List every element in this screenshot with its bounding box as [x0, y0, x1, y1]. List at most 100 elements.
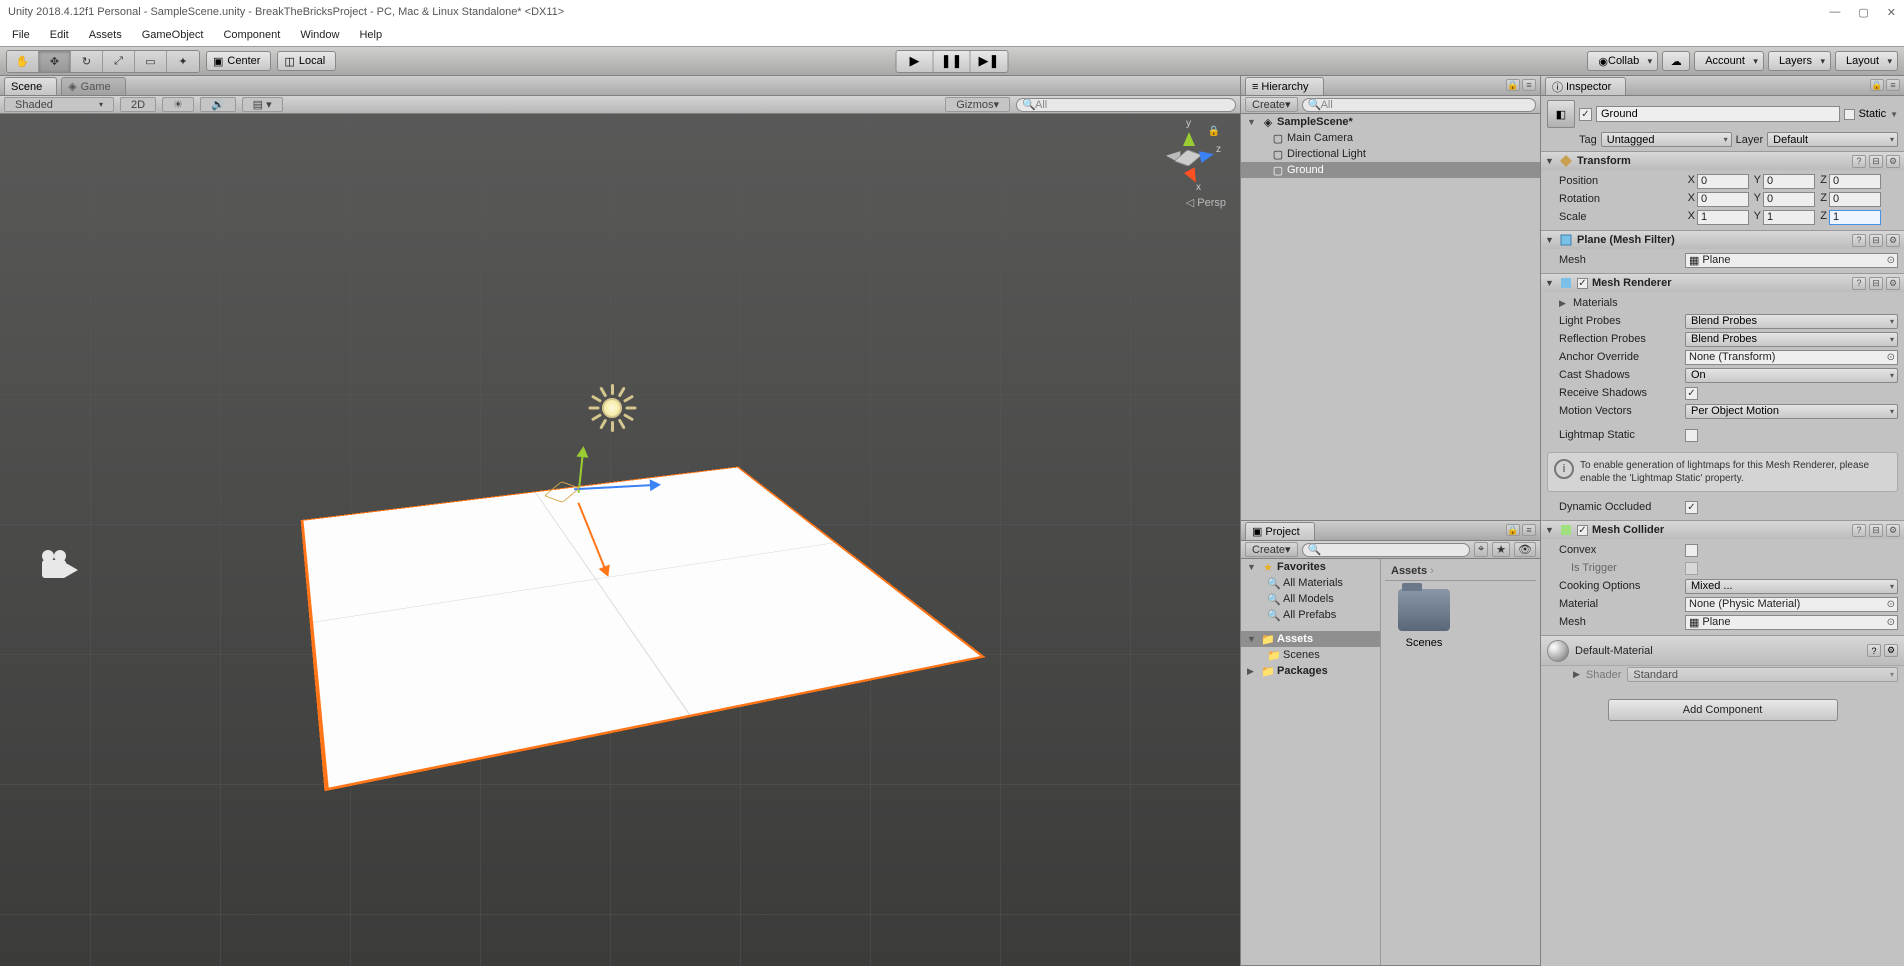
draw-mode-dropdown[interactable]: Shaded ▾: [4, 97, 114, 112]
transform-header[interactable]: ▼ Transform ?⊟⚙: [1541, 152, 1904, 170]
rotation-x[interactable]: [1697, 192, 1749, 207]
panel-menu-icon[interactable]: ≡: [1886, 79, 1900, 91]
gear-icon[interactable]: ⚙: [1886, 155, 1900, 168]
scale-x[interactable]: [1697, 210, 1749, 225]
2d-toggle[interactable]: 2D: [120, 97, 156, 112]
lighting-toggle[interactable]: ☀: [162, 97, 194, 112]
project-search[interactable]: 🔍: [1302, 543, 1470, 557]
move-tool[interactable]: ✥: [39, 51, 71, 72]
audio-toggle[interactable]: 🔊: [200, 97, 236, 112]
filter-icon[interactable]: ⌖: [1474, 542, 1488, 557]
project-breadcrumb[interactable]: Assets ›: [1385, 563, 1536, 581]
preset-icon[interactable]: ⊟: [1869, 155, 1883, 168]
hierarchy-item-camera[interactable]: ▢Main Camera: [1241, 130, 1540, 146]
maximize-icon[interactable]: ▢: [1858, 6, 1868, 19]
scale-z[interactable]: [1829, 210, 1881, 225]
help-icon[interactable]: ?: [1852, 155, 1866, 168]
layout-dropdown[interactable]: Layout: [1835, 51, 1898, 71]
scale-y[interactable]: [1763, 210, 1815, 225]
fav-all-models[interactable]: 🔍All Models: [1241, 591, 1380, 607]
hidden-icon[interactable]: 👁: [1514, 542, 1536, 557]
static-dropdown[interactable]: ▼: [1890, 110, 1898, 119]
lightmap-static-checkbox[interactable]: [1685, 429, 1698, 442]
panel-lock-icon[interactable]: 🔒: [1506, 79, 1520, 91]
preset-icon[interactable]: ⊟: [1869, 234, 1883, 247]
packages-folder[interactable]: ▶📁Packages: [1241, 663, 1380, 679]
pivot-toggle[interactable]: ▣ Center: [206, 51, 271, 71]
favorites-folder[interactable]: ▼★Favorites: [1241, 559, 1380, 575]
gizmos-dropdown[interactable]: Gizmos ▾: [945, 97, 1010, 112]
help-icon[interactable]: ?: [1867, 644, 1881, 657]
tag-dropdown[interactable]: Untagged: [1601, 132, 1732, 147]
gameobject-name-field[interactable]: [1596, 106, 1840, 122]
panel-lock-icon[interactable]: 🔒: [1870, 79, 1884, 91]
multi-tool[interactable]: ✦: [167, 51, 199, 72]
preset-icon[interactable]: ⊟: [1869, 524, 1883, 537]
scale-tool[interactable]: ⤢: [103, 51, 135, 72]
gameobject-active-checkbox[interactable]: ✓: [1579, 108, 1592, 121]
mesh-collider-header[interactable]: ▼ ✓ Mesh Collider ?⊟⚙: [1541, 521, 1904, 539]
hand-tool[interactable]: ✋: [7, 51, 39, 72]
gameobject-icon-picker[interactable]: ◧: [1547, 100, 1575, 128]
dynamic-occluded-checkbox[interactable]: ✓: [1685, 501, 1698, 514]
collider-mesh-field[interactable]: ▦ Plane: [1685, 615, 1898, 630]
panel-menu-icon[interactable]: ≡: [1522, 524, 1536, 536]
account-dropdown[interactable]: Account: [1694, 51, 1764, 71]
add-component-button[interactable]: Add Component: [1608, 699, 1838, 721]
scene-viewport[interactable]: 🔒 y x z ◁ Persp: [0, 114, 1240, 966]
asset-scenes-folder[interactable]: Scenes: [1393, 589, 1455, 649]
position-z[interactable]: [1829, 174, 1881, 189]
anchor-override-field[interactable]: None (Transform): [1685, 350, 1898, 365]
help-icon[interactable]: ?: [1852, 277, 1866, 290]
close-icon[interactable]: ✕: [1887, 6, 1896, 19]
perspective-label[interactable]: ◁ Persp: [1186, 196, 1226, 209]
project-create-dropdown[interactable]: Create ▾: [1245, 542, 1298, 557]
directional-light-gizmo-icon[interactable]: [588, 384, 636, 432]
inspector-tab[interactable]: ⓘ Inspector: [1545, 77, 1626, 95]
position-y[interactable]: [1763, 174, 1815, 189]
hierarchy-search[interactable]: 🔍All: [1302, 98, 1536, 112]
menu-help[interactable]: Help: [351, 27, 390, 43]
menu-assets[interactable]: Assets: [81, 27, 130, 43]
layers-dropdown[interactable]: Layers: [1768, 51, 1831, 71]
help-icon[interactable]: ?: [1852, 524, 1866, 537]
gear-icon[interactable]: ⚙: [1886, 234, 1900, 247]
mesh-renderer-header[interactable]: ▼ ✓ Mesh Renderer ?⊟⚙: [1541, 274, 1904, 292]
position-x[interactable]: [1697, 174, 1749, 189]
preset-icon[interactable]: ⊟: [1869, 277, 1883, 290]
mesh-renderer-enabled[interactable]: ✓: [1577, 278, 1588, 289]
convex-checkbox[interactable]: [1685, 544, 1698, 557]
hierarchy-item-ground[interactable]: ▢Ground: [1241, 162, 1540, 178]
panel-menu-icon[interactable]: ≡: [1522, 79, 1536, 91]
menu-edit[interactable]: Edit: [42, 27, 77, 43]
lock-icon[interactable]: 🔒: [1208, 126, 1220, 137]
hierarchy-scene-row[interactable]: ▼◈SampleScene*: [1241, 114, 1540, 130]
collab-dropdown[interactable]: ◉ Collab: [1587, 51, 1658, 71]
cast-shadows-dropdown[interactable]: On: [1685, 368, 1898, 383]
gear-icon[interactable]: ⚙: [1886, 277, 1900, 290]
reflection-probes-dropdown[interactable]: Blend Probes: [1685, 332, 1898, 347]
hierarchy-item-light[interactable]: ▢Directional Light: [1241, 146, 1540, 162]
layer-dropdown[interactable]: Default: [1767, 132, 1898, 147]
physic-material-field[interactable]: None (Physic Material): [1685, 597, 1898, 612]
hierarchy-create-dropdown[interactable]: Create ▾: [1245, 97, 1298, 112]
panel-lock-icon[interactable]: 🔒: [1506, 524, 1520, 536]
material-header[interactable]: Default-Material ?⚙: [1541, 635, 1904, 665]
fx-toggle[interactable]: ▤ ▾: [242, 97, 283, 112]
pause-button[interactable]: ❚❚: [934, 51, 971, 72]
light-probes-dropdown[interactable]: Blend Probes: [1685, 314, 1898, 329]
rotation-z[interactable]: [1829, 192, 1881, 207]
help-icon[interactable]: ?: [1852, 234, 1866, 247]
scene-search[interactable]: 🔍All: [1016, 98, 1236, 112]
shader-dropdown[interactable]: Standard: [1627, 667, 1898, 682]
project-tab[interactable]: ▣ Project: [1245, 522, 1315, 540]
gear-icon[interactable]: ⚙: [1886, 524, 1900, 537]
favorite-icon[interactable]: ★: [1492, 542, 1510, 557]
play-button[interactable]: ▶: [897, 51, 934, 72]
mesh-field[interactable]: ▦ Plane: [1685, 253, 1898, 268]
orientation-gizmo[interactable]: 🔒 y x z: [1154, 124, 1222, 192]
menu-file[interactable]: File: [4, 27, 38, 43]
fav-all-prefabs[interactable]: 🔍All Prefabs: [1241, 607, 1380, 623]
scene-tab[interactable]: Scene: [4, 77, 57, 95]
step-button[interactable]: ▶❚: [971, 51, 1008, 72]
